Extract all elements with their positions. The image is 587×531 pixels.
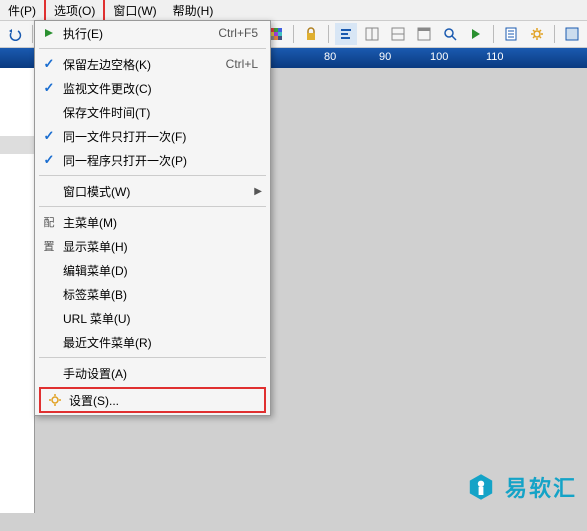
search-icon[interactable] (439, 23, 461, 45)
window-icon[interactable] (413, 23, 435, 45)
watermark-text: 易软汇 (505, 471, 577, 503)
menu-window-mode[interactable]: 窗口模式(W) ▶ (35, 179, 270, 203)
menu-label: 显示菜单(H) (63, 238, 262, 255)
side-label: 置 (41, 238, 57, 254)
play-icon (41, 25, 57, 41)
menu-separator (39, 48, 266, 49)
menu-separator (39, 357, 266, 358)
menu-label: 同一程序只打开一次(P) (63, 152, 262, 169)
split-v-icon[interactable] (387, 23, 409, 45)
menu-file[interactable]: 件(P) (0, 0, 44, 21)
settings-highlight: 设置(S)... (39, 387, 266, 413)
menu-label: 同一文件只打开一次(F) (63, 128, 262, 145)
menu-label: 保留左边空格(K) (63, 56, 226, 73)
ruler-tick-label: 90 (379, 51, 391, 63)
menu-label: 手动设置(A) (63, 365, 262, 382)
menu-label: 执行(E) (63, 25, 218, 42)
check-icon: ✓ (41, 128, 57, 144)
separator (493, 25, 494, 43)
menu-label: 监视文件更改(C) (63, 80, 262, 97)
lock-icon[interactable] (300, 23, 322, 45)
check-icon: ✓ (41, 152, 57, 168)
menu-url-menu[interactable]: URL 菜单(U) (35, 306, 270, 330)
side-label: 配 (41, 214, 57, 230)
menu-window[interactable]: 窗口(W) (105, 0, 164, 21)
separator (328, 25, 329, 43)
watermark-logo-icon (465, 471, 497, 503)
check-icon: ✓ (41, 56, 57, 72)
menu-keep-left-space[interactable]: ✓ 保留左边空格(K) Ctrl+L (35, 52, 270, 76)
menu-label: 保存文件时间(T) (63, 104, 262, 121)
menu-settings[interactable]: 设置(S)... (41, 389, 264, 411)
ruler-tick-label: 110 (486, 51, 504, 63)
menu-save-file-time[interactable]: 保存文件时间(T) (35, 100, 270, 124)
check-icon: ✓ (41, 80, 57, 96)
menu-manual-set[interactable]: 手动设置(A) (35, 361, 270, 385)
menu-execute[interactable]: 执行(E) Ctrl+F5 (35, 21, 270, 45)
menu-recent-file-menu[interactable]: 最近文件菜单(R) (35, 330, 270, 354)
menu-main-menu[interactable]: 配 主菜单(M) (35, 210, 270, 234)
menu-label: 最近文件菜单(R) (63, 334, 262, 351)
menu-label: URL 菜单(U) (63, 310, 262, 327)
separator (293, 25, 294, 43)
menu-same-file-once[interactable]: ✓ 同一文件只打开一次(F) (35, 124, 270, 148)
menu-label: 标签菜单(B) (63, 286, 262, 303)
split-h-icon[interactable] (361, 23, 383, 45)
menu-label: 主菜单(M) (63, 214, 262, 231)
menu-label: 设置(S)... (69, 392, 256, 409)
menu-tag-menu[interactable]: 标签菜单(B) (35, 282, 270, 306)
menu-same-program-once[interactable]: ✓ 同一程序只打开一次(P) (35, 148, 270, 172)
menubar: 件(P) 选项(O) 窗口(W) 帮助(H) (0, 0, 587, 21)
menu-label: 窗口模式(W) (63, 183, 254, 200)
submenu-arrow-icon: ▶ (254, 186, 262, 197)
options-dropdown: 执行(E) Ctrl+F5 ✓ 保留左边空格(K) Ctrl+L ✓ 监视文件更… (34, 20, 271, 416)
menu-display-menu[interactable]: 置 显示菜单(H) (35, 234, 270, 258)
gear-icon (47, 392, 63, 408)
menu-shortcut: Ctrl+L (226, 57, 258, 71)
gear-icon[interactable] (526, 23, 548, 45)
separator (554, 25, 555, 43)
ruler-tick-label: 100 (430, 51, 448, 63)
menu-separator (39, 206, 266, 207)
separator (32, 25, 33, 43)
tool-right-icon[interactable] (561, 23, 583, 45)
document-edge (0, 68, 35, 513)
menu-separator (39, 175, 266, 176)
menu-monitor-file-change[interactable]: ✓ 监视文件更改(C) (35, 76, 270, 100)
align-icon[interactable] (335, 23, 357, 45)
document-icon[interactable] (500, 23, 522, 45)
run-icon[interactable] (465, 23, 487, 45)
gray-band (0, 136, 34, 154)
ruler-tick-label: 80 (324, 51, 336, 63)
menu-shortcut: Ctrl+F5 (218, 26, 258, 40)
menu-help[interactable]: 帮助(H) (165, 0, 222, 21)
menu-label: 编辑菜单(D) (63, 262, 262, 279)
undo-icon[interactable] (4, 23, 26, 45)
menu-edit-menu[interactable]: 编辑菜单(D) (35, 258, 270, 282)
watermark: 易软汇 (465, 471, 577, 503)
